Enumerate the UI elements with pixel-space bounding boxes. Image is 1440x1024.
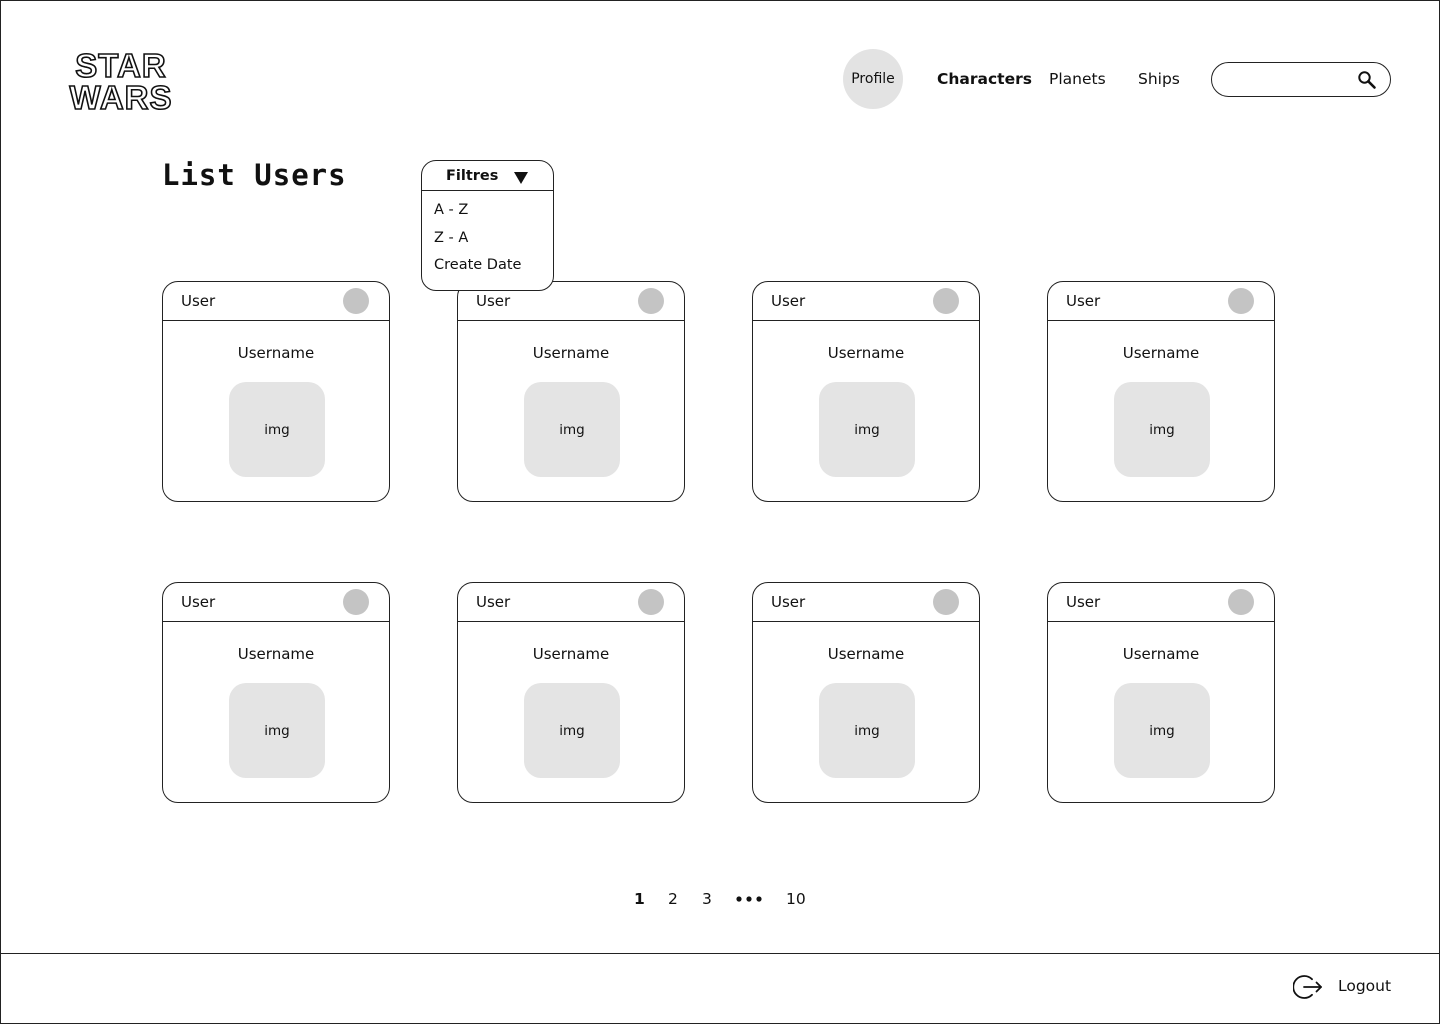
page-2-link[interactable]: 2 <box>668 890 678 908</box>
user-card-header: User <box>753 282 979 321</box>
user-card-status-dot[interactable] <box>1228 589 1254 615</box>
search-icon[interactable] <box>1357 70 1377 90</box>
image-placeholder-label: img <box>264 421 290 438</box>
user-card-username: Username <box>827 344 905 362</box>
user-avatar-image: img <box>1114 683 1210 778</box>
user-card[interactable]: User Username img <box>1047 582 1275 803</box>
page-frame <box>0 0 1440 1024</box>
user-avatar-image: img <box>229 382 325 477</box>
nav-ships[interactable]: Ships <box>1138 70 1180 88</box>
page-title: List Users <box>162 158 347 192</box>
user-card-label: User <box>1066 593 1101 611</box>
user-card[interactable]: User Username img <box>162 582 390 803</box>
user-card[interactable]: User Username img <box>752 281 980 502</box>
image-placeholder-label: img <box>264 722 290 739</box>
user-card-label: User <box>1066 292 1101 310</box>
user-card[interactable]: User Username img <box>457 582 685 803</box>
user-card-status-dot[interactable] <box>1228 288 1254 314</box>
image-placeholder-label: img <box>559 722 585 739</box>
user-card-username: Username <box>237 344 315 362</box>
filter-option-create-date[interactable]: Create Date <box>434 257 521 273</box>
nav-characters[interactable]: Characters <box>937 70 1032 88</box>
user-card-label: User <box>771 593 806 611</box>
user-card-username: Username <box>532 344 610 362</box>
user-card-header: User <box>753 583 979 622</box>
user-card-status-dot[interactable] <box>343 288 369 314</box>
pagination-ellipsis-icon <box>736 896 762 902</box>
user-card-username: Username <box>1122 645 1200 663</box>
user-card-status-dot[interactable] <box>343 589 369 615</box>
star-wars-logo: STAR WARS <box>69 46 173 114</box>
search-input[interactable] <box>1226 69 1354 90</box>
user-avatar-image: img <box>229 683 325 778</box>
image-placeholder-label: img <box>1149 722 1175 739</box>
nav-planets[interactable]: Planets <box>1049 70 1106 88</box>
profile-button[interactable]: Profile <box>843 49 903 109</box>
user-card-status-dot[interactable] <box>638 288 664 314</box>
image-placeholder-label: img <box>1149 421 1175 438</box>
user-card-header: User <box>163 583 389 622</box>
page-3-link[interactable]: 3 <box>702 890 712 908</box>
image-placeholder-label: img <box>854 421 880 438</box>
user-card-status-dot[interactable] <box>933 589 959 615</box>
user-card[interactable]: User Username img <box>752 582 980 803</box>
profile-label: Profile <box>851 71 895 87</box>
filter-label: Filtres <box>446 167 499 184</box>
user-card[interactable]: User Username img <box>457 281 685 502</box>
user-card-header: User <box>1048 282 1274 321</box>
user-card-label: User <box>181 593 216 611</box>
footer-divider <box>0 953 1440 954</box>
user-card-username: Username <box>827 645 905 663</box>
user-card-label: User <box>181 292 216 310</box>
filter-option-z-a[interactable]: Z - A <box>434 230 468 246</box>
user-card-header: User <box>163 282 389 321</box>
filter-toggle[interactable]: Filtres <box>422 161 553 191</box>
user-card-header: User <box>458 583 684 622</box>
image-placeholder-label: img <box>559 421 585 438</box>
user-avatar-image: img <box>1114 382 1210 477</box>
user-avatar-image: img <box>819 683 915 778</box>
user-card-username: Username <box>1122 344 1200 362</box>
user-card[interactable]: User Username img <box>1047 281 1275 502</box>
filter-dropdown[interactable]: Filtres A - Z Z - A Create Date <box>421 160 554 291</box>
filter-option-a-z[interactable]: A - Z <box>434 202 468 218</box>
logout-button[interactable]: Logout <box>1293 970 1393 1002</box>
svg-text:WARS: WARS <box>70 79 173 114</box>
image-placeholder-label: img <box>854 722 880 739</box>
page-1-link[interactable]: 1 <box>634 890 645 908</box>
logout-icon <box>1293 975 1322 999</box>
user-card-status-dot[interactable] <box>638 589 664 615</box>
user-card-username: Username <box>532 645 610 663</box>
user-avatar-image: img <box>524 683 620 778</box>
page-10-link[interactable]: 10 <box>786 890 806 908</box>
logout-label: Logout <box>1338 977 1392 995</box>
user-card-header: User <box>1048 583 1274 622</box>
user-card-label: User <box>771 292 806 310</box>
user-card-label: User <box>476 593 511 611</box>
user-card-label: User <box>476 292 511 310</box>
user-card-status-dot[interactable] <box>933 288 959 314</box>
user-card-username: Username <box>237 645 315 663</box>
user-card[interactable]: User Username img <box>162 281 390 502</box>
user-avatar-image: img <box>524 382 620 477</box>
user-avatar-image: img <box>819 382 915 477</box>
caret-down-icon <box>514 172 528 184</box>
